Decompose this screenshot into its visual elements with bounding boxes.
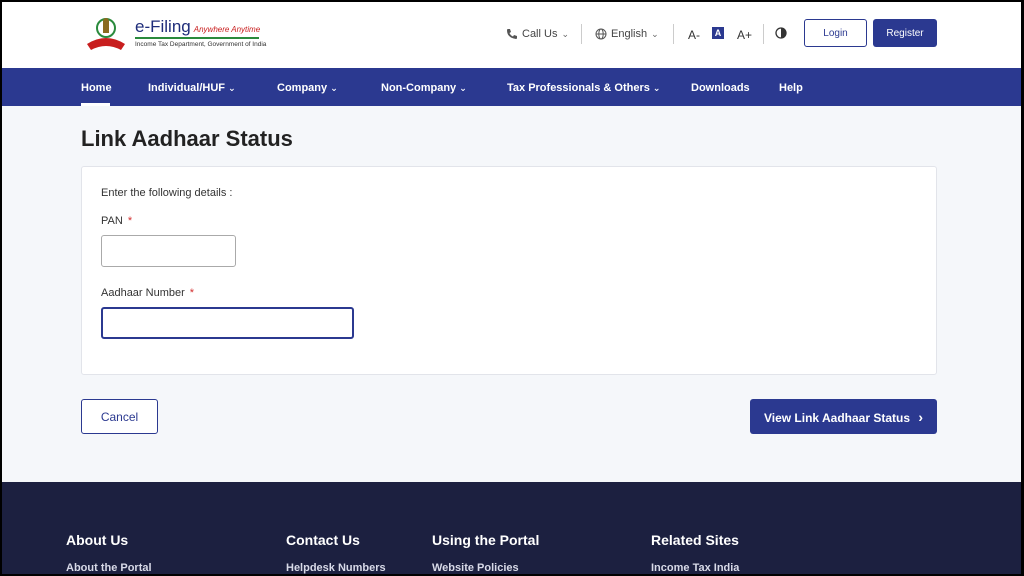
nav-item-individual-huf[interactable]: Individual/HUF ⌄ [148, 82, 236, 94]
divider [581, 24, 582, 44]
call-us-dropdown[interactable]: Call Us ⌄ [506, 28, 569, 40]
pan-label-text: PAN [101, 215, 123, 227]
logo-title: e-Filing Anywhere Anytime [135, 17, 260, 37]
chevron-down-icon: ⌄ [561, 28, 569, 39]
required-asterisk: * [189, 287, 195, 299]
divider [673, 24, 674, 44]
nav-item-label: Downloads [691, 82, 750, 94]
nav-item-home[interactable]: Home [81, 82, 112, 94]
emblem-icon [87, 18, 125, 50]
footer-link-helpdesk[interactable]: Helpdesk Numbers [286, 562, 386, 574]
divider [763, 24, 764, 44]
footer-heading-contact: Contact Us [286, 532, 360, 548]
logo-divider [135, 37, 259, 39]
font-normal-button[interactable]: A [712, 27, 724, 39]
font-decrease-label: A- [688, 28, 700, 42]
logo-tagline: Anywhere Anytime [193, 25, 261, 34]
active-nav-indicator [81, 103, 110, 106]
chevron-down-icon: ⌄ [652, 83, 661, 93]
nav-item-company[interactable]: Company ⌄ [277, 82, 338, 94]
aadhaar-label-text: Aadhaar Number [101, 287, 185, 299]
form-instruction: Enter the following details : [101, 187, 233, 199]
chevron-down-icon: ⌄ [459, 83, 467, 93]
chevron-down-icon: ⌄ [330, 83, 338, 93]
nav-item-non-company[interactable]: Non-Company ⌄ [381, 82, 467, 94]
footer-heading-using-portal: Using the Portal [432, 532, 540, 548]
pan-input[interactable] [101, 235, 236, 267]
browser-frame: e-Filing Anywhere Anytime Income Tax Depa… [2, 2, 1021, 574]
nav-item-help[interactable]: Help [779, 82, 803, 94]
font-decrease-button[interactable]: A- [688, 28, 700, 42]
footer-link-income-tax-india[interactable]: Income Tax India [651, 562, 739, 574]
nav-item-label: Tax Professionals & Others [507, 82, 650, 94]
main-nav: Home Individual/HUF ⌄ Company ⌄ Non-Comp… [2, 68, 1021, 106]
site-footer: About Us Contact Us Using the Portal Rel… [2, 482, 1021, 574]
contrast-toggle[interactable] [775, 27, 787, 39]
footer-heading-about: About Us [66, 532, 129, 548]
phone-icon [507, 29, 517, 39]
font-increase-label: A+ [737, 28, 753, 42]
view-status-label: View Link Aadhaar Status [763, 410, 911, 425]
contrast-icon [775, 27, 787, 39]
nav-item-label: Home [81, 82, 112, 94]
call-us-label: Call Us [522, 28, 558, 40]
required-asterisk: * [127, 215, 133, 227]
aadhaar-label: Aadhaar Number * [101, 287, 194, 299]
footer-link-about-portal[interactable]: About the Portal [66, 562, 152, 574]
chevron-right-icon: › [918, 408, 924, 425]
site-header: e-Filing Anywhere Anytime Income Tax Depa… [2, 2, 1021, 68]
nav-item-tax-professionals[interactable]: Tax Professionals & Others ⌄ [507, 82, 660, 94]
footer-link-website-policies[interactable]: Website Policies [432, 562, 519, 574]
login-button[interactable]: Login [804, 19, 867, 47]
nav-item-label: Non-Company [381, 82, 457, 94]
globe-icon [595, 28, 607, 40]
language-label: English [611, 28, 648, 40]
nav-item-label: Individual/HUF [148, 82, 225, 94]
aadhaar-number-input[interactable] [101, 307, 354, 339]
font-normal-label: A [712, 27, 724, 39]
nav-item-label: Company [277, 82, 328, 94]
font-increase-button[interactable]: A+ [737, 28, 752, 42]
logo-title-text: e-Filing [135, 17, 191, 36]
form-card: Enter the following details : PAN * Aadha… [81, 166, 937, 375]
language-dropdown[interactable]: English ⌄ [595, 28, 659, 40]
chevron-down-icon: ⌄ [228, 83, 236, 93]
nav-item-label: Help [779, 82, 803, 94]
footer-heading-related-sites: Related Sites [651, 532, 739, 548]
pan-label: PAN * [101, 215, 132, 227]
chevron-down-icon: ⌄ [651, 28, 659, 39]
register-button[interactable]: Register [873, 19, 937, 47]
page-title: Link Aadhaar Status [81, 126, 293, 151]
logo-subtitle: Income Tax Department, Government of Ind… [135, 41, 267, 48]
cancel-button[interactable]: Cancel [81, 399, 158, 434]
nav-item-downloads[interactable]: Downloads [691, 82, 750, 94]
view-link-aadhaar-status-button[interactable]: View Link Aadhaar Status › [750, 399, 937, 434]
efiling-logo[interactable]: e-Filing Anywhere Anytime Income Tax Depa… [81, 14, 271, 56]
